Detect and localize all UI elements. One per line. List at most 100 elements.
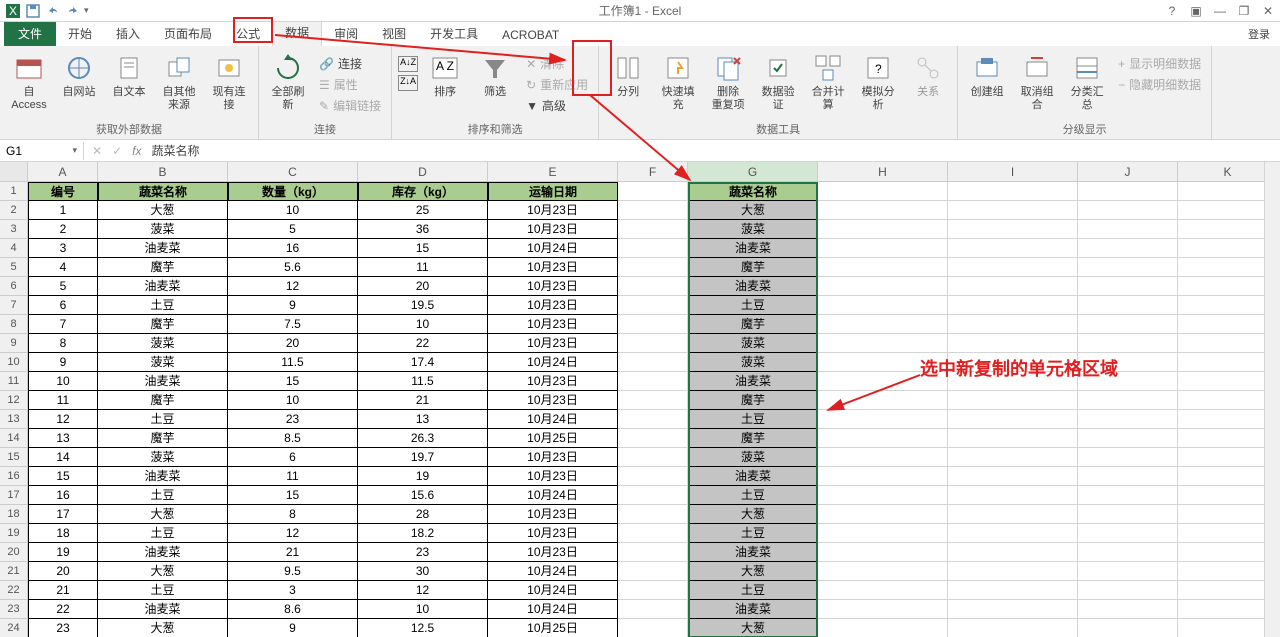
cell[interactable]: 10月24日 — [488, 410, 618, 429]
col-header-C[interactable]: C — [228, 162, 358, 181]
qat-dropdown-icon[interactable]: ▾ — [84, 5, 89, 16]
cell[interactable]: 油麦菜 — [98, 277, 228, 296]
cell[interactable] — [1078, 296, 1178, 315]
cell[interactable]: 魔芋 — [98, 429, 228, 448]
col-header-J[interactable]: J — [1078, 162, 1178, 181]
cell[interactable]: 土豆 — [98, 524, 228, 543]
cell[interactable]: 大葱 — [98, 505, 228, 524]
cell[interactable]: 20 — [28, 562, 98, 581]
help-icon[interactable]: ? — [1164, 4, 1180, 18]
cell[interactable] — [948, 334, 1078, 353]
row-header[interactable]: 8 — [0, 315, 28, 334]
cell[interactable] — [818, 486, 948, 505]
cell[interactable] — [1178, 448, 1278, 467]
cell[interactable] — [818, 524, 948, 543]
cell[interactable] — [618, 562, 688, 581]
cell[interactable]: 10月24日 — [488, 581, 618, 600]
cell[interactable] — [618, 543, 688, 562]
cell[interactable]: 5.6 — [228, 258, 358, 277]
cell[interactable]: 油麦菜 — [98, 600, 228, 619]
cell[interactable]: 28 — [358, 505, 488, 524]
cell[interactable] — [1078, 334, 1178, 353]
cell[interactable] — [618, 486, 688, 505]
cell[interactable] — [618, 353, 688, 372]
tab-acrobat[interactable]: ACROBAT — [490, 24, 571, 46]
cell[interactable]: 数量（kg） — [228, 182, 358, 201]
cell[interactable] — [1078, 201, 1178, 220]
cell[interactable]: 23 — [358, 543, 488, 562]
cell[interactable] — [618, 524, 688, 543]
cell[interactable]: 10月24日 — [488, 600, 618, 619]
tab-data[interactable]: 数据 — [272, 19, 322, 46]
cell[interactable]: 17 — [28, 505, 98, 524]
col-header-H[interactable]: H — [818, 162, 948, 181]
cell[interactable]: 菠菜 — [688, 220, 818, 239]
cell[interactable]: 油麦菜 — [98, 467, 228, 486]
undo-icon[interactable] — [44, 2, 62, 20]
cell[interactable] — [818, 334, 948, 353]
cell[interactable]: 19 — [358, 467, 488, 486]
cell[interactable]: 11.5 — [358, 372, 488, 391]
cell[interactable]: 26.3 — [358, 429, 488, 448]
cell[interactable] — [618, 448, 688, 467]
cell[interactable]: 大葱 — [98, 201, 228, 220]
cell[interactable] — [948, 410, 1078, 429]
cell[interactable]: 15 — [228, 372, 358, 391]
spreadsheet-grid[interactable]: ABCDEFGHIJK 1编号蔬菜名称数量（kg）库存（kg）运输日期蔬菜名称2… — [0, 162, 1280, 637]
cell[interactable]: 8 — [228, 505, 358, 524]
cell[interactable]: 19.5 — [358, 296, 488, 315]
cancel-formula-icon[interactable]: ✕ — [92, 144, 102, 158]
col-header-G[interactable]: G — [688, 162, 818, 181]
from-access-button[interactable]: 自 Access — [6, 50, 52, 114]
cell[interactable] — [1078, 429, 1178, 448]
row-header[interactable]: 7 — [0, 296, 28, 315]
cell[interactable] — [818, 315, 948, 334]
save-icon[interactable] — [24, 2, 42, 20]
cell[interactable]: 36 — [358, 220, 488, 239]
cell[interactable]: 22 — [358, 334, 488, 353]
tab-formula[interactable]: 公式 — [224, 21, 272, 46]
cell[interactable]: 6 — [228, 448, 358, 467]
cell[interactable]: 2 — [28, 220, 98, 239]
select-all-corner[interactable] — [0, 162, 28, 181]
cell[interactable]: 16 — [228, 239, 358, 258]
name-box[interactable]: G1▾ — [0, 142, 84, 160]
row-header[interactable]: 4 — [0, 239, 28, 258]
row-header[interactable]: 5 — [0, 258, 28, 277]
from-text-button[interactable]: 自文本 — [106, 50, 152, 101]
cell[interactable]: 大葱 — [688, 201, 818, 220]
cell[interactable] — [1078, 600, 1178, 619]
cell[interactable] — [818, 619, 948, 637]
cell[interactable]: 3 — [228, 581, 358, 600]
cell[interactable] — [818, 581, 948, 600]
cell[interactable] — [1178, 581, 1278, 600]
cell[interactable] — [1078, 239, 1178, 258]
cell[interactable] — [618, 277, 688, 296]
cell[interactable] — [818, 182, 948, 201]
cell[interactable] — [1078, 391, 1178, 410]
row-header[interactable]: 2 — [0, 201, 28, 220]
cell[interactable] — [1178, 182, 1278, 201]
cell[interactable]: 库存（kg） — [358, 182, 488, 201]
row-header[interactable]: 1 — [0, 182, 28, 201]
cell[interactable] — [818, 467, 948, 486]
cell[interactable] — [1178, 543, 1278, 562]
cell[interactable]: 油麦菜 — [688, 239, 818, 258]
cell[interactable] — [1178, 296, 1278, 315]
cell[interactable] — [948, 296, 1078, 315]
cell[interactable]: 11 — [228, 467, 358, 486]
cell[interactable]: 土豆 — [98, 486, 228, 505]
cell[interactable]: 10月24日 — [488, 239, 618, 258]
cell[interactable]: 11 — [358, 258, 488, 277]
cell[interactable]: 8.5 — [228, 429, 358, 448]
cell[interactable] — [1178, 220, 1278, 239]
cell[interactable]: 10 — [28, 372, 98, 391]
filter-button[interactable]: 筛选 — [472, 50, 518, 101]
col-header-B[interactable]: B — [98, 162, 228, 181]
cell[interactable]: 10 — [358, 600, 488, 619]
cell[interactable]: 21 — [28, 581, 98, 600]
row-header[interactable]: 21 — [0, 562, 28, 581]
cell[interactable]: 土豆 — [688, 486, 818, 505]
group-button[interactable]: 创建组 — [964, 50, 1010, 101]
cell[interactable]: 油麦菜 — [688, 372, 818, 391]
